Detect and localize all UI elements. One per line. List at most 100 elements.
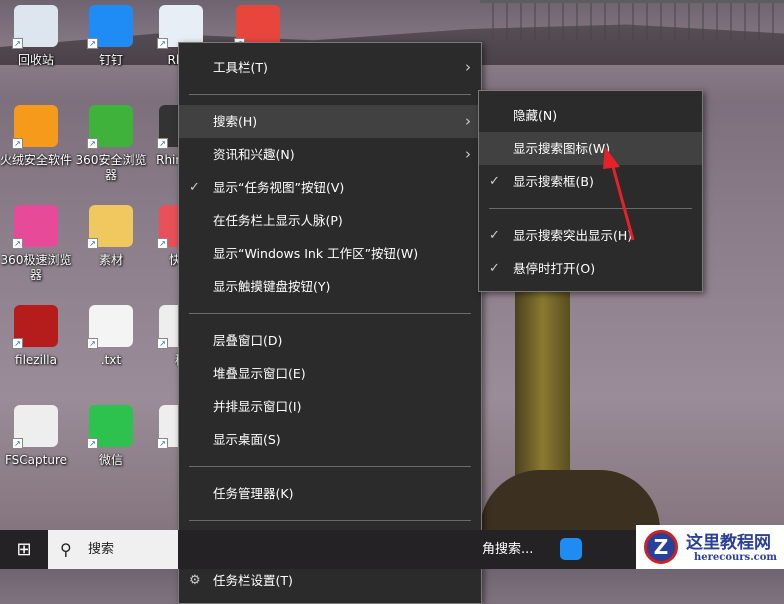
menu-item[interactable]: 堆叠显示窗口(E) [179, 357, 481, 390]
menu-item[interactable]: ✓ 悬停时打开(O) [479, 252, 702, 285]
menu-item[interactable]: 显示触摸键盘按钮(Y) [179, 270, 481, 303]
app-icon: ↗ [234, 5, 280, 49]
menu-item[interactable]: 隐藏(N) [479, 99, 702, 132]
menu-item[interactable]: 在任务栏上显示人脉(P) [179, 204, 481, 237]
desktop-icon-label: 钉钉 [98, 53, 123, 67]
windows-logo-icon: ⊞ [16, 539, 32, 560]
desktop-icon-label: .txt [100, 353, 122, 367]
menu-item-label: 悬停时打开(O) [513, 261, 596, 276]
app-icon: ↗ [87, 5, 133, 49]
desktop-icon[interactable]: ↗ 回收站 [0, 5, 72, 68]
app-icon: ↗ [87, 305, 133, 349]
menu-item[interactable]: 显示搜索图标(W) [479, 132, 702, 165]
shortcut-arrow-icon: ↗ [12, 38, 23, 49]
menu-item-label: 在任务栏上显示人脉(P) [213, 213, 343, 228]
menu-item[interactable]: ✓ 显示搜索突出显示(H) [479, 219, 702, 252]
chevron-right-icon: › [465, 58, 471, 76]
menu-separator [489, 208, 692, 209]
shortcut-arrow-icon: ↗ [157, 138, 168, 149]
shortcut-arrow-icon: ↗ [157, 238, 168, 249]
desktop-icon-label: FSCapture [4, 453, 68, 467]
shortcut-arrow-icon: ↗ [87, 338, 98, 349]
app-icon: ↗ [87, 105, 133, 149]
shortcut-arrow-icon: ↗ [12, 138, 23, 149]
menu-item-label: 堆叠显示窗口(E) [213, 366, 306, 381]
taskbar-context-menu: 工具栏(T) › 搜索(H) › 资讯和兴趣(N) › ✓ 显示“任务视图”按钮(V) 在任务栏… [178, 42, 482, 604]
search-submenu: 隐藏(N) 显示搜索图标(W) ✓ 显示搜索框(B) ✓ 显示搜索突出显示(H) ✓ 悬停时打… [478, 90, 703, 292]
app-icon: ↗ [87, 205, 133, 249]
dingtalk-taskbar-icon[interactable] [560, 538, 582, 560]
menu-separator [189, 466, 471, 467]
menu-item-label: 任务栏设置(T) [213, 573, 293, 588]
menu-item[interactable]: 搜索(H) › [179, 105, 481, 138]
menu-item-label: 显示“Windows Ink 工作区”按钮(W) [213, 246, 419, 261]
desktop-icon-label: 360安全浏览器 [75, 153, 147, 182]
checkmark-icon: ✓ [489, 261, 500, 276]
app-icon: ↗ [12, 5, 58, 49]
checkmark-icon: ✓ [189, 180, 200, 195]
menu-item-label: 层叠窗口(D) [213, 333, 283, 348]
menu-item[interactable]: 并排显示窗口(I) [179, 390, 481, 423]
shortcut-arrow-icon: ↗ [12, 338, 23, 349]
watermark-url: herecours.com [694, 552, 778, 563]
menu-separator [189, 313, 471, 314]
menu-item-label: 搜索(H) [213, 114, 258, 129]
menu-item-label: 显示桌面(S) [213, 432, 281, 447]
menu-item[interactable]: 任务管理器(K) [179, 477, 481, 510]
shortcut-arrow-icon: ↗ [12, 438, 23, 449]
app-icon: ↗ [12, 405, 58, 449]
menu-item[interactable]: ✓ 显示“任务视图”按钮(V) [179, 171, 481, 204]
shortcut-arrow-icon: ↗ [87, 438, 98, 449]
watermark-logo: Z 这里教程网 herecours.com [636, 525, 784, 569]
menu-item[interactable]: 工具栏(T) › [179, 51, 481, 84]
taskbar-task-button[interactable]: 角搜索... [482, 530, 533, 569]
app-icon: ↗ [157, 5, 203, 49]
desktop-icon[interactable]: ↗ filezilla [0, 305, 72, 368]
menu-item-label: 显示搜索图标(W) [513, 141, 611, 156]
desktop-icon-label: filezilla [15, 353, 57, 367]
menu-item-label: 并排显示窗口(I) [213, 399, 302, 414]
search-label: 搜索 [88, 542, 115, 557]
menu-item[interactable]: 显示“Windows Ink 工作区”按钮(W) [179, 237, 481, 270]
shortcut-arrow-icon: ↗ [157, 338, 168, 349]
red-arrow-annotation [603, 147, 635, 241]
menu-item[interactable]: 资讯和兴趣(N) › [179, 138, 481, 171]
desktop-icon-label: 360极速浏览器 [0, 253, 72, 282]
start-button[interactable]: ⊞ [0, 530, 48, 569]
desktop-icon[interactable]: ↗ 钉钉 [75, 5, 147, 68]
menu-item-label: 工具栏(T) [213, 60, 268, 75]
checkmark-icon: ✓ [489, 228, 500, 243]
desktop-icon[interactable]: ↗ 素材 [75, 205, 147, 268]
desktop-icon[interactable]: ↗ 火绒安全软件 [0, 105, 72, 168]
chevron-right-icon: › [465, 145, 471, 163]
shortcut-arrow-icon: ↗ [157, 438, 168, 449]
checkmark-icon: ✓ [489, 174, 500, 189]
desktop-icon-label: 微信 [98, 453, 123, 467]
menu-item[interactable]: ✓ 显示搜索框(B) [479, 165, 702, 198]
menu-item-label: 显示触摸键盘按钮(Y) [213, 279, 331, 294]
shortcut-arrow-icon: ↗ [87, 138, 98, 149]
desktop-icon[interactable]: ↗ 微信 [75, 405, 147, 468]
taskbar-search-box[interactable]: ⚲ 搜索 [48, 530, 178, 569]
shortcut-arrow-icon: ↗ [87, 238, 98, 249]
desktop-icon[interactable]: ↗ .txt [75, 305, 147, 368]
desktop-icon[interactable]: ↗ 360安全浏览器 [75, 105, 147, 183]
menu-separator [189, 94, 471, 95]
menu-item-label: 显示“任务视图”按钮(V) [213, 180, 345, 195]
menu-item[interactable]: 层叠窗口(D) [179, 324, 481, 357]
shortcut-arrow-icon: ↗ [12, 238, 23, 249]
desktop-icon-label: 素材 [98, 253, 123, 267]
shortcut-arrow-icon: ↗ [157, 38, 168, 49]
chevron-right-icon: › [465, 112, 471, 130]
app-icon: ↗ [12, 205, 58, 249]
desktop-icon[interactable]: ↗ 360极速浏览器 [0, 205, 72, 283]
menu-item-label: 任务管理器(K) [213, 486, 294, 501]
menu-item[interactable]: 显示桌面(S) [179, 423, 481, 456]
watermark-title: 这里教程网 [686, 533, 771, 553]
desktop-icon-label: 火绒安全软件 [0, 153, 73, 167]
desktop-icon[interactable]: ↗ FSCapture [0, 405, 72, 468]
menu-item-label: 资讯和兴趣(N) [213, 147, 295, 162]
app-icon: ↗ [12, 105, 58, 149]
watermark-logo-icon: Z [644, 530, 678, 564]
menu-item-label: 隐藏(N) [513, 108, 558, 123]
